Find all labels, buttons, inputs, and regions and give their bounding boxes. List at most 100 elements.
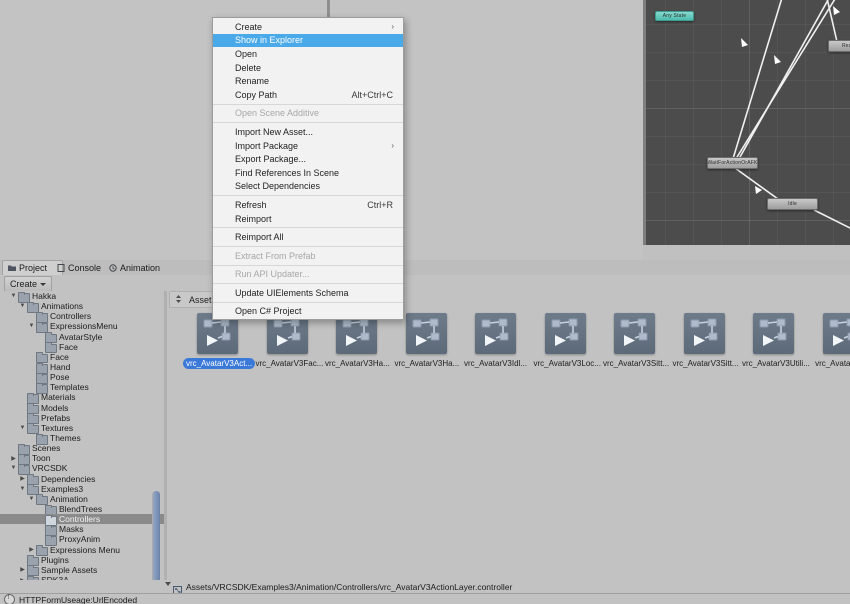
graph-node-idle[interactable]: Idle xyxy=(767,198,818,210)
menu-item-label: Run API Updater... xyxy=(235,269,310,280)
menu-item-delete[interactable]: Delete xyxy=(213,61,403,75)
tab-animation[interactable]: Animation xyxy=(104,260,172,275)
path-collapse-icon[interactable] xyxy=(165,582,171,586)
menu-item-import-package[interactable]: Import Package › xyxy=(213,139,403,153)
asset-path-text: Assets/VRCSDK/Examples3/Animation/Contro… xyxy=(186,581,513,592)
animator-graph-view[interactable]: Any State Reset WaitForActionOrAFK Idle xyxy=(643,0,850,258)
animator-controller-icon[interactable] xyxy=(683,313,725,354)
menu-separator xyxy=(213,122,403,124)
tree-item-proxyanim[interactable]: ProxyAnim xyxy=(0,534,164,546)
asset-item[interactable]: vrc_AvatarV3Act... xyxy=(183,313,256,374)
chevron-right-icon[interactable]: ▶ xyxy=(18,566,27,573)
graph-node-reset[interactable]: Reset xyxy=(828,40,850,52)
asset-item[interactable]: vrc_AvatarV3Fac... xyxy=(253,313,323,374)
tree-item-toon[interactable]: ▶ Toon xyxy=(0,453,164,465)
chevron-right-icon[interactable]: ▶ xyxy=(27,546,36,553)
chevron-right-icon[interactable]: ▶ xyxy=(9,455,18,462)
tree-item-dependencies[interactable]: ▶ Dependencies xyxy=(0,474,164,486)
animator-controller-icon[interactable] xyxy=(822,313,850,354)
tree-item-animation[interactable]: ▼ Animation xyxy=(0,494,164,506)
menu-item-copy-path[interactable]: Copy Path Alt+Ctrl+C xyxy=(213,88,403,102)
asset-label-wrap: vrc_AvatarV3Ha... xyxy=(392,354,461,374)
tree-scrollbar-thumb[interactable] xyxy=(152,491,160,582)
chevron-down-icon[interactable]: ▼ xyxy=(27,496,36,502)
chevron-down-icon[interactable]: ▼ xyxy=(18,303,27,309)
graph-left-edge xyxy=(643,0,646,258)
menu-item-open-c-project[interactable]: Open C# Project xyxy=(213,305,403,319)
tree-item-controllers[interactable]: Controllers xyxy=(0,514,164,526)
tree-item-label: ProxyAnim xyxy=(59,534,101,545)
animator-controller-icon[interactable] xyxy=(544,313,586,354)
folder-icon xyxy=(27,484,39,496)
tree-item-face[interactable]: Face xyxy=(0,352,164,364)
tree-item-prefabs[interactable]: Prefabs xyxy=(0,413,164,425)
asset-grid-pane[interactable]: Assets > V vrc_AvatarV3Act...vrc_AvatarV… xyxy=(167,291,850,582)
chevron-down-icon[interactable]: ▼ xyxy=(9,465,18,471)
project-folder-tree[interactable]: ▼ Hakka ▼ Animations Controllers ▼ Expressions… xyxy=(0,291,164,582)
tree-item-scenes[interactable]: Scenes xyxy=(0,443,164,455)
asset-item[interactable]: vrc_AvatarV3Loc... xyxy=(531,313,601,374)
tree-item-sample-assets[interactable]: ▶ Sample Assets xyxy=(0,565,164,577)
animator-controller-icon[interactable] xyxy=(475,313,516,354)
menu-item-create[interactable]: Create › xyxy=(213,20,403,34)
asset-item[interactable]: vrc_AvatarV3Ut xyxy=(809,313,850,374)
tree-item-avatarstyle[interactable]: AvatarStyle xyxy=(0,332,164,344)
chevron-down-icon[interactable]: ▼ xyxy=(9,293,18,299)
animator-controller-icon[interactable] xyxy=(753,313,794,354)
chevron-right-icon[interactable]: ▶ xyxy=(18,475,27,482)
create-button[interactable]: Create xyxy=(4,276,53,292)
menu-item-import-new-asset[interactable]: Import New Asset... xyxy=(213,125,403,139)
tab-label: Animation xyxy=(120,262,161,273)
asset-item[interactable]: vrc_AvatarV3Sitt... xyxy=(670,313,739,374)
graph-node-any-state[interactable]: Any State xyxy=(655,11,694,21)
tree-item-hakka[interactable]: ▼ Hakka xyxy=(0,291,164,303)
chevron-down-icon[interactable]: ▼ xyxy=(18,486,27,492)
animator-controller-icon[interactable] xyxy=(614,313,655,354)
menu-item-refresh[interactable]: Refresh Ctrl+R xyxy=(213,198,403,212)
asset-item[interactable]: vrc_AvatarV3Ha... xyxy=(322,313,391,374)
tree-item-face[interactable]: Face xyxy=(0,342,164,354)
tree-item-materials[interactable]: Materials xyxy=(0,392,164,404)
asset-label-wrap: vrc_AvatarV3Sitt... xyxy=(670,354,739,374)
tree-item-controllers[interactable]: Controllers xyxy=(0,311,164,323)
tree-item-expressions-menu[interactable]: ▶ Expressions Menu xyxy=(0,545,164,557)
animator-controller-icon[interactable] xyxy=(405,313,447,354)
graph-node-waitforactionorafk[interactable]: WaitForActionOrAFK xyxy=(707,157,758,169)
tree-item-examples3[interactable]: ▼ Examples3 xyxy=(0,484,164,496)
menu-item-open[interactable]: Open xyxy=(213,47,403,61)
tree-item-vrcsdk[interactable]: ▼ VRCSDK xyxy=(0,463,164,475)
folder-icon xyxy=(36,311,48,323)
tree-item-pose[interactable]: Pose xyxy=(0,372,164,384)
tree-item-textures[interactable]: ▼ Textures xyxy=(0,423,164,435)
tree-item-models[interactable]: Models xyxy=(0,403,164,415)
menu-item-update-uielements-schema[interactable]: Update UIElements Schema xyxy=(213,286,403,300)
tree-item-masks[interactable]: Masks xyxy=(0,524,164,536)
status-bar[interactable]: HTTPFormUseage:UrlEncoded xyxy=(0,593,850,604)
asset-context-menu[interactable]: Create › Show in Explorer Open Delete Rename C… xyxy=(212,17,404,321)
folder-icon xyxy=(27,555,39,567)
asset-item[interactable]: vrc_AvatarV3Utili... xyxy=(739,313,810,374)
tab-console[interactable]: Console xyxy=(52,260,111,275)
menu-item-select-dependencies[interactable]: Select Dependencies xyxy=(213,180,403,194)
menu-item-rename[interactable]: Rename xyxy=(213,74,403,88)
asset-item[interactable]: vrc_AvatarV3Idl... xyxy=(461,313,530,374)
chevron-down-icon[interactable]: ▼ xyxy=(18,425,27,431)
menu-item-reimport[interactable]: Reimport xyxy=(213,212,403,226)
tree-item-plugins[interactable]: Plugins xyxy=(0,554,164,567)
tree-item-animations[interactable]: ▼ Animations xyxy=(0,301,164,313)
menu-item-export-package[interactable]: Export Package... xyxy=(213,152,403,166)
tree-item-blendtrees[interactable]: BlendTrees xyxy=(0,504,164,516)
tree-item-label: Plugins xyxy=(41,554,69,565)
asset-item[interactable]: vrc_AvatarV3Ha... xyxy=(392,313,461,374)
menu-item-show-in-explorer[interactable]: Show in Explorer xyxy=(213,33,403,48)
menu-item-extract-from-prefab: Extract From Prefab xyxy=(213,249,403,263)
chevron-down-icon[interactable]: ▼ xyxy=(27,323,36,329)
tree-item-hand[interactable]: Hand xyxy=(0,362,164,374)
asset-item[interactable]: vrc_AvatarV3Sitt... xyxy=(600,313,669,374)
tree-item-templates[interactable]: Templates xyxy=(0,382,164,394)
tree-item-themes[interactable]: Themes xyxy=(0,433,164,445)
menu-item-label: Export Package... xyxy=(235,154,307,165)
menu-item-reimport-all[interactable]: Reimport All xyxy=(213,230,403,244)
tree-item-expressionsmenu[interactable]: ▼ ExpressionsMenu xyxy=(0,321,164,333)
menu-item-find-references-in-scene[interactable]: Find References In Scene xyxy=(213,166,403,180)
